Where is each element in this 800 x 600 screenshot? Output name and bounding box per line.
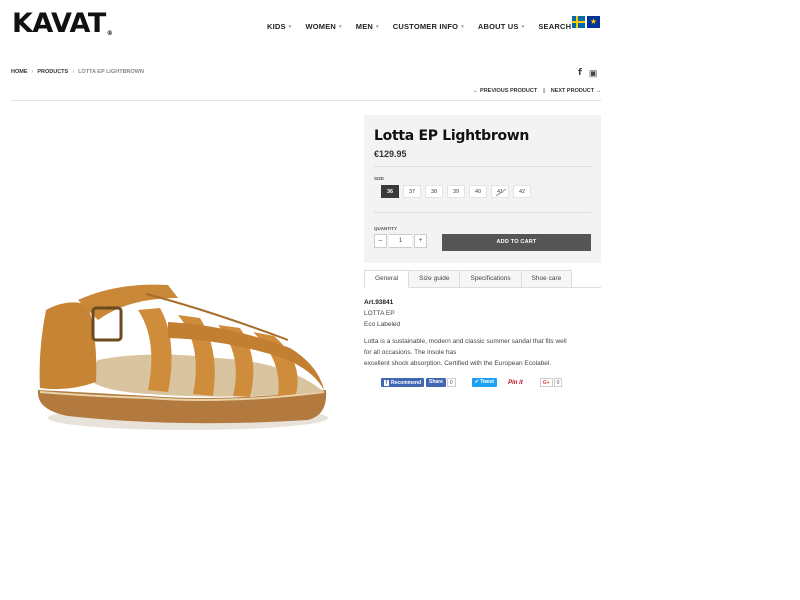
social-links: f ▣ [578, 68, 597, 79]
quantity-stepper: – 1 + [374, 234, 427, 248]
flag-sweden-icon[interactable] [572, 16, 585, 28]
next-product-link[interactable]: NEXT PRODUCT → [551, 88, 601, 94]
product-info-tabs: General Size guide Specifications Shoe c… [364, 270, 601, 288]
nav-about-us[interactable]: ABOUT US ▾ [478, 22, 525, 31]
nav-customer-info[interactable]: CUSTOMER INFO ▾ [393, 22, 464, 31]
tab-specifications[interactable]: Specifications [459, 270, 522, 287]
size-option-37[interactable]: 37 [403, 185, 421, 198]
size-option-42[interactable]: 42 [513, 185, 531, 198]
kavat-logo[interactable]: KAVAT® [12, 8, 113, 39]
size-option-41[interactable]: 41 [491, 185, 509, 198]
breadcrumb-home[interactable]: HOME [11, 69, 28, 75]
facebook-icon: f [384, 379, 389, 386]
tab-general[interactable]: General [364, 270, 410, 288]
panel-divider [374, 212, 591, 213]
facebook-recommend-button[interactable]: f Recommend [381, 378, 425, 387]
nav-men[interactable]: MEN ▾ [356, 22, 379, 31]
description-text: excellent shock absorption. Certified wi… [364, 360, 552, 367]
instagram-icon[interactable]: ▣ [589, 68, 598, 79]
tab-size-guide[interactable]: Size guide [408, 270, 461, 287]
size-option-39[interactable]: 39 [447, 185, 465, 198]
nav-kids[interactable]: KIDS ▾ [267, 22, 291, 31]
quantity-label: QUANTITY [374, 226, 397, 231]
header-divider [11, 100, 601, 101]
quantity-increase-button[interactable]: + [414, 234, 427, 248]
nav-women[interactable]: WOMEN ▾ [305, 22, 341, 31]
add-to-cart-button[interactable]: ADD TO CART [442, 234, 591, 251]
breadcrumb-separator: › [72, 69, 75, 75]
product-description: Art.93841 LOTTA EP Eco Labeled Lotta is … [364, 297, 601, 369]
chevron-down-icon: ▾ [521, 23, 525, 30]
main-nav: KIDS ▾ WOMEN ▾ MEN ▾ CUSTOMER INFO ▾ ABOUT U… [267, 22, 585, 31]
product-price: €129.95 [374, 149, 407, 159]
quantity-input[interactable]: 1 [389, 234, 412, 248]
facebook-share-count: 0 [446, 378, 456, 387]
tab-shoe-care[interactable]: Shoe care [520, 270, 573, 287]
previous-product-link[interactable]: ← PREVIOUS PRODUCT [473, 88, 537, 94]
google-plus-button[interactable]: G+ [539, 378, 553, 387]
pinterest-button[interactable]: Pin it [508, 380, 523, 386]
pager-divider: | [543, 88, 545, 94]
size-option-40[interactable]: 40 [469, 185, 487, 198]
chevron-down-icon: ▾ [461, 23, 464, 30]
flag-eu-icon[interactable]: ★ [587, 16, 600, 28]
google-plus-count: 0 [553, 378, 563, 387]
chevron-down-icon: ▾ [339, 23, 342, 30]
size-option-38[interactable]: 38 [425, 185, 443, 198]
product-title: Lotta EP Lightbrown [374, 128, 530, 144]
size-option-36[interactable]: 36 [381, 185, 399, 198]
eco-label: Eco Labeled [364, 321, 401, 328]
tweet-button[interactable]: ✔ Tweet [471, 378, 498, 387]
chevron-down-icon: ▾ [288, 23, 292, 30]
size-label: SIZE [374, 176, 385, 181]
breadcrumb-products[interactable]: PRODUCTS [37, 69, 68, 75]
description-text: Lotta is a sustainable, modern and class… [364, 338, 567, 345]
model-name: LOTTA EP [364, 310, 395, 317]
panel-divider [374, 166, 591, 167]
share-buttons: f Recommend Share 0 ✔ Tweet Pin it G+ 0 [381, 378, 563, 387]
breadcrumb-current: LOTTA EP LIGHTBROWN [78, 69, 144, 75]
nav-search[interactable]: SEARCH [538, 22, 571, 31]
breadcrumb-separator: › [31, 69, 34, 75]
breadcrumb: HOME › PRODUCTS › LOTTA EP LIGHTBROWN [11, 69, 144, 75]
article-number: Art.93841 [364, 299, 394, 306]
product-pager: ← PREVIOUS PRODUCT | NEXT PRODUCT → [473, 88, 601, 94]
language-flags: ★ [572, 16, 600, 28]
product-image-sandal [37, 284, 328, 430]
facebook-share-button[interactable]: Share [426, 378, 446, 387]
size-selector: 36 37 38 39 40 41 42 [381, 185, 531, 198]
chevron-down-icon: ▾ [376, 23, 379, 30]
product-purchase-panel: Lotta EP Lightbrown €129.95 SIZE 36 37 3… [364, 115, 601, 263]
description-text: for all occasions. The insole has [364, 349, 457, 356]
quantity-decrease-button[interactable]: – [374, 234, 387, 248]
facebook-icon[interactable]: f [578, 68, 582, 79]
